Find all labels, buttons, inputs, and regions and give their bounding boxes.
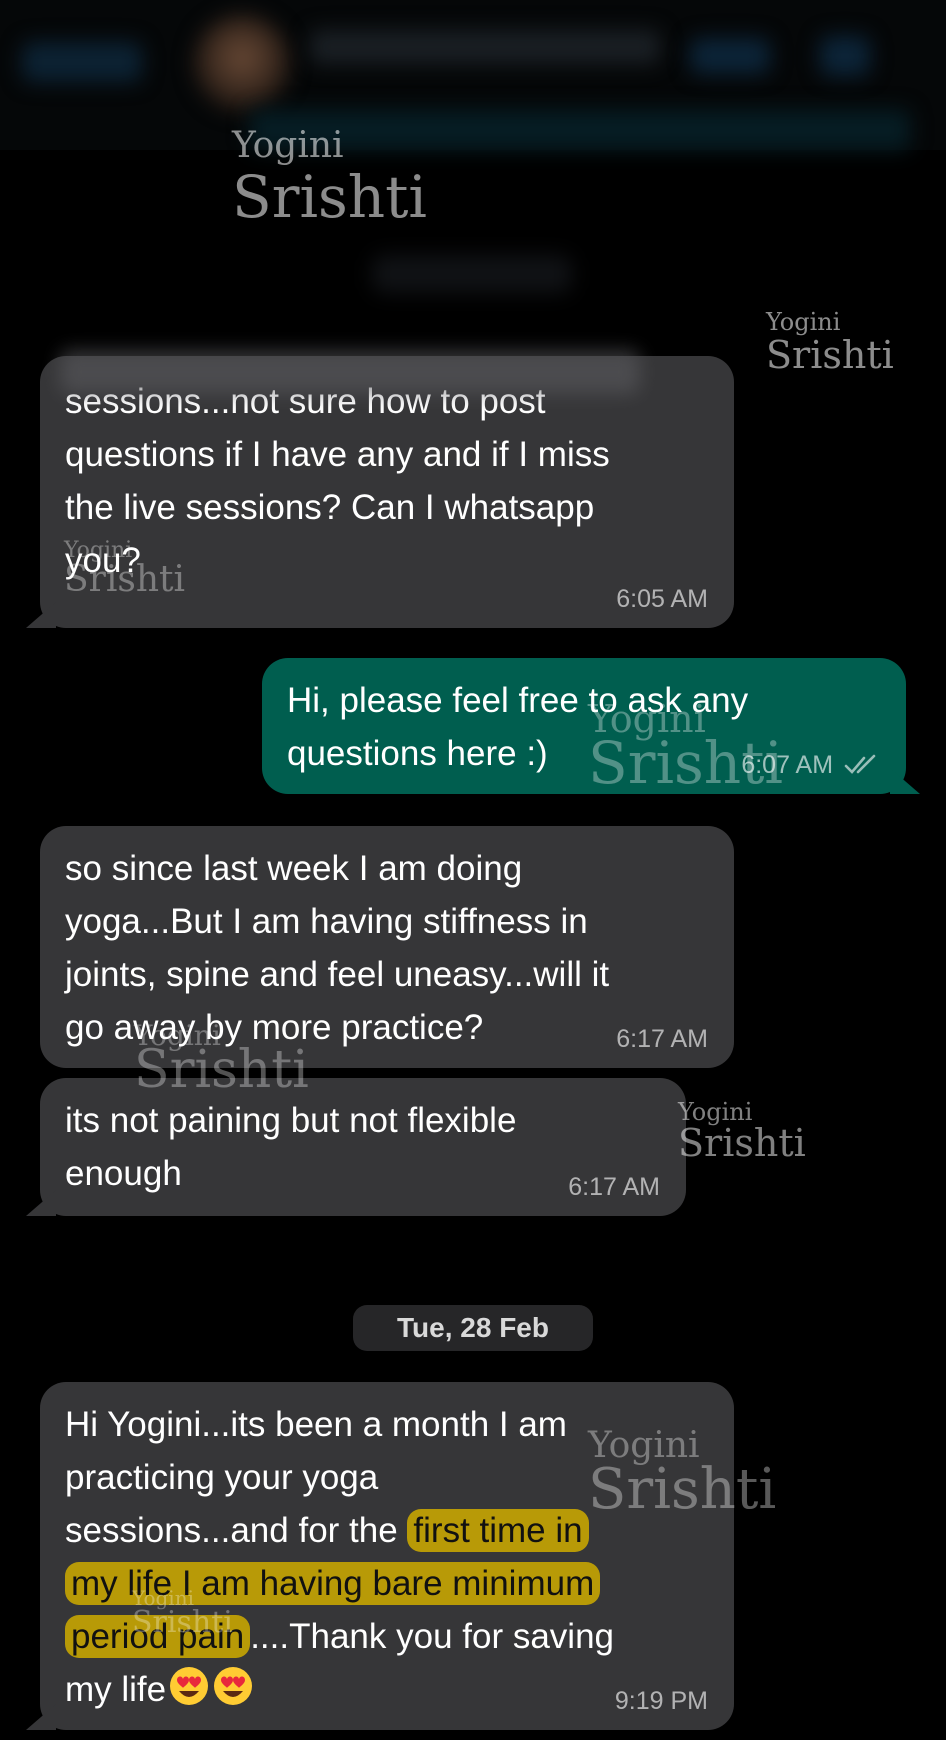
message-timestamp: 6:17 AM bbox=[616, 1025, 708, 1053]
message-text-line: period pain ....Thank you for saving bbox=[65, 1610, 710, 1663]
message-timestamp: 6:07 AM bbox=[741, 750, 880, 780]
message-text-line: its not paining but not flexible bbox=[65, 1101, 517, 1140]
heart-eyes-emoji bbox=[170, 1667, 209, 1705]
message-bubble-outgoing[interactable]: Hi, please feel free to ask any question… bbox=[262, 658, 920, 794]
watermark-logo: Yogini Srishti bbox=[678, 1098, 806, 1165]
message-timestamp: 9:19 PM bbox=[614, 1687, 708, 1715]
message-text-line: the live sessions? Can I whatsapp bbox=[65, 488, 595, 527]
back-button[interactable] bbox=[22, 42, 142, 82]
bubble-tail bbox=[26, 1704, 56, 1730]
bubble-tail bbox=[26, 1190, 56, 1216]
watermark-logo: Yogini Srishti bbox=[766, 308, 894, 377]
highlighted-text: first time in bbox=[407, 1509, 589, 1552]
contact-avatar[interactable] bbox=[194, 15, 290, 111]
message-text-line: my life bbox=[65, 1663, 710, 1716]
message-text-line: yoga...But I am having stiffness in bbox=[65, 902, 588, 941]
message-text-line: Hi, please feel free to ask any bbox=[287, 681, 749, 720]
message-text-line: go away by more practice? bbox=[65, 1008, 484, 1047]
date-separator: Tue, 28 Feb bbox=[353, 1305, 593, 1351]
highlighted-text: period pain bbox=[65, 1615, 251, 1658]
double-check-icon bbox=[844, 754, 876, 774]
message-text-line: questions if I have any and if I miss bbox=[65, 435, 610, 474]
message-text-line: Hi Yogini...its been a month I am bbox=[65, 1405, 567, 1444]
bubble-tail bbox=[26, 602, 56, 628]
message-text-line: my life I am having bare minimum bbox=[65, 1557, 710, 1610]
message-text-line: joints, spine and feel uneasy...will it bbox=[65, 955, 610, 994]
message-bubble-incoming[interactable]: sessions...not sure how to post question… bbox=[26, 356, 734, 628]
contact-info-banner bbox=[250, 110, 910, 150]
highlighted-text: my life I am having bare minimum bbox=[65, 1562, 601, 1605]
video-call-icon[interactable] bbox=[690, 38, 770, 74]
message-text-line: you? bbox=[65, 541, 141, 580]
heart-eyes-emoji bbox=[214, 1667, 253, 1705]
bubble-tail bbox=[890, 768, 920, 794]
message-text-line: so since last week I am doing bbox=[65, 849, 523, 888]
phone-call-icon[interactable] bbox=[820, 36, 870, 76]
message-text-line: practicing your yoga bbox=[65, 1458, 379, 1497]
message-bubble-incoming[interactable]: Hi Yogini...its been a month I am practi… bbox=[26, 1382, 734, 1730]
message-bubble-incoming[interactable]: so since last week I am doing yoga...But… bbox=[40, 826, 734, 1068]
blurred-date-separator bbox=[372, 255, 572, 293]
message-timestamp: 6:17 AM bbox=[568, 1173, 660, 1201]
message-timestamp: 6:05 AM bbox=[616, 585, 708, 613]
message-bubble-incoming[interactable]: its not paining but not flexible enough … bbox=[26, 1078, 686, 1216]
chat-header bbox=[0, 0, 946, 150]
contact-name[interactable] bbox=[310, 30, 660, 64]
blurred-message-text bbox=[60, 350, 640, 394]
message-text-line: sessions...and for the first time in bbox=[65, 1504, 710, 1557]
